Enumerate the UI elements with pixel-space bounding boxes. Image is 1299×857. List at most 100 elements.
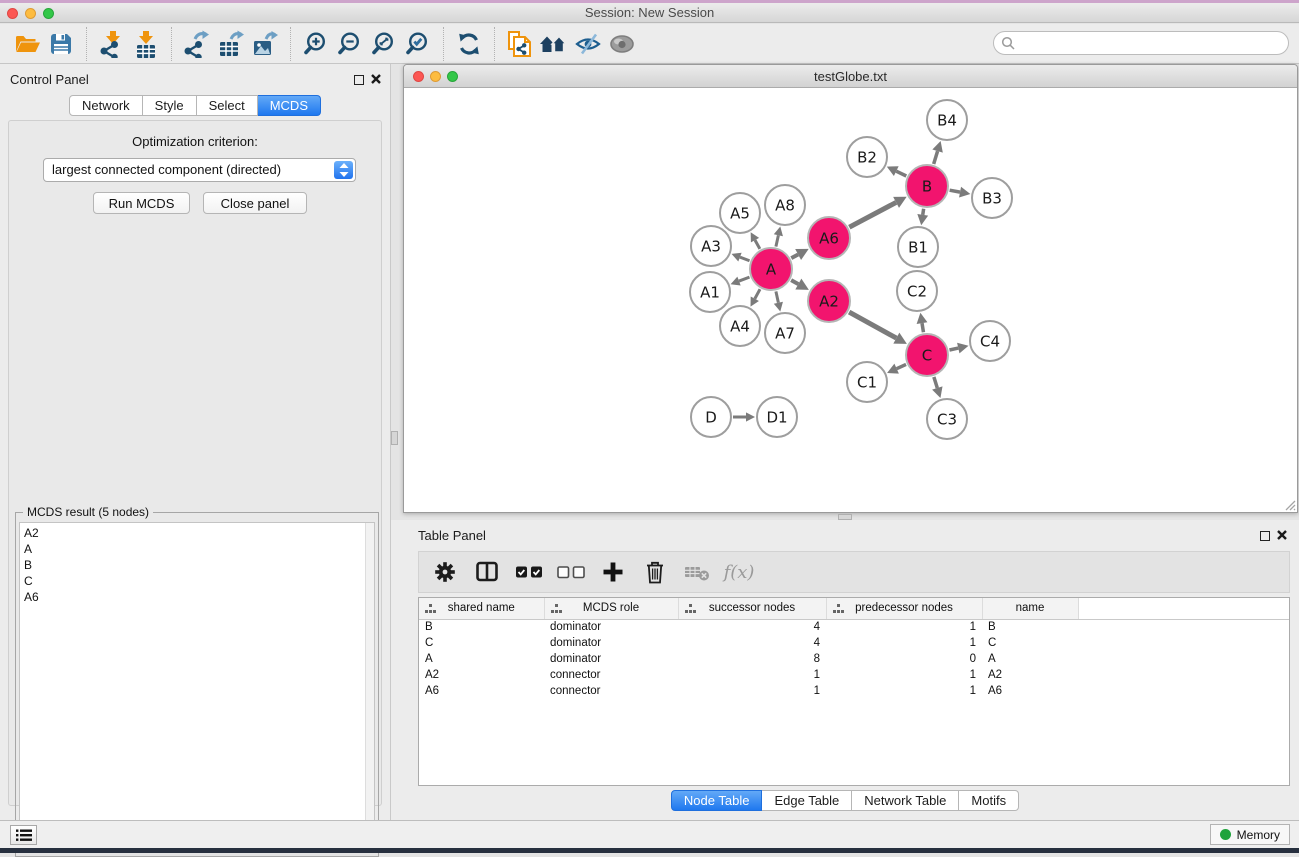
export-table-button[interactable] bbox=[214, 28, 248, 60]
graph-edge[interactable] bbox=[849, 312, 896, 338]
table-cell[interactable]: C bbox=[982, 635, 1078, 651]
float-panel-icon[interactable] bbox=[354, 75, 364, 85]
table-cell[interactable]: 0 bbox=[826, 651, 982, 667]
export-image-button[interactable] bbox=[248, 28, 282, 60]
network-canvas[interactable]: B4B2BB3A5A8A6A3AB1A1A2C2A4A7C4C1CDD1C3 bbox=[404, 88, 1297, 512]
tab-motifs[interactable]: Motifs bbox=[959, 790, 1019, 811]
graph-edge[interactable] bbox=[934, 377, 937, 388]
tab-network-table[interactable]: Network Table bbox=[852, 790, 959, 811]
table-cell[interactable]: A2 bbox=[419, 667, 544, 683]
import-table-button[interactable] bbox=[129, 28, 163, 60]
graph-edge[interactable] bbox=[740, 257, 750, 261]
table-cell[interactable]: dominator bbox=[544, 635, 678, 651]
table-cell[interactable]: 1 bbox=[826, 667, 982, 683]
mcds-result-item[interactable]: A2 bbox=[24, 525, 374, 541]
add-column-button[interactable] bbox=[599, 556, 627, 588]
float-panel-icon[interactable] bbox=[1260, 531, 1270, 541]
table-cell[interactable]: connector bbox=[544, 683, 678, 699]
search-input[interactable] bbox=[993, 31, 1289, 55]
task-history-button[interactable] bbox=[10, 825, 37, 845]
table-cell[interactable]: 1 bbox=[826, 619, 982, 635]
tab-style[interactable]: Style bbox=[143, 95, 197, 116]
column-header[interactable]: predecessor nodes bbox=[826, 598, 982, 619]
zoom-in-button[interactable] bbox=[299, 28, 333, 60]
table-row[interactable]: Cdominator41C bbox=[419, 635, 1289, 651]
table-cell[interactable]: 1 bbox=[678, 683, 826, 699]
graph-edge[interactable] bbox=[791, 280, 798, 284]
tab-edge-table[interactable]: Edge Table bbox=[762, 790, 852, 811]
column-header[interactable]: successor nodes bbox=[678, 598, 826, 619]
delete-table-button[interactable] bbox=[683, 556, 711, 588]
table-cell[interactable]: dominator bbox=[544, 619, 678, 635]
table-row[interactable]: A6connector11A6 bbox=[419, 683, 1289, 699]
network-minimize-button[interactable] bbox=[430, 71, 441, 82]
refresh-button[interactable] bbox=[452, 28, 486, 60]
tab-node-table[interactable]: Node Table bbox=[671, 790, 763, 811]
table-cell[interactable]: B bbox=[982, 619, 1078, 635]
mcds-result-item[interactable]: A6 bbox=[24, 589, 374, 605]
graph-edge[interactable] bbox=[950, 190, 960, 192]
save-session-button[interactable] bbox=[44, 28, 78, 60]
table-settings-button[interactable] bbox=[431, 556, 459, 588]
close-panel-icon[interactable] bbox=[1276, 529, 1288, 541]
minimize-window-button[interactable] bbox=[25, 8, 36, 19]
table-cell[interactable]: A2 bbox=[982, 667, 1078, 683]
graph-edge[interactable] bbox=[755, 289, 760, 299]
table-cell[interactable]: A6 bbox=[419, 683, 544, 699]
mcds-result-item[interactable]: A bbox=[24, 541, 374, 557]
home-view-button[interactable] bbox=[537, 28, 571, 60]
column-header[interactable]: name bbox=[982, 598, 1078, 619]
hide-graphics-details-button[interactable] bbox=[571, 28, 605, 60]
zoom-fit-button[interactable] bbox=[367, 28, 401, 60]
select-all-button[interactable] bbox=[515, 556, 543, 588]
graph-edge[interactable] bbox=[922, 323, 923, 332]
graph-edge[interactable] bbox=[755, 240, 760, 249]
open-session-button[interactable] bbox=[10, 28, 44, 60]
table-cell[interactable]: 4 bbox=[678, 635, 826, 651]
show-columns-button[interactable] bbox=[473, 556, 501, 588]
table-cell[interactable]: 8 bbox=[678, 651, 826, 667]
mcds-result-item[interactable]: B bbox=[24, 557, 374, 573]
import-network-button[interactable] bbox=[95, 28, 129, 60]
memory-button[interactable]: Memory bbox=[1210, 824, 1290, 845]
graph-edge[interactable] bbox=[896, 171, 906, 176]
network-zoom-button[interactable] bbox=[447, 71, 458, 82]
table-cell[interactable]: 1 bbox=[826, 683, 982, 699]
criterion-dropdown[interactable]: largest connected component (directed) bbox=[43, 158, 356, 182]
column-header[interactable]: shared name bbox=[419, 598, 544, 619]
graph-edge[interactable] bbox=[934, 151, 938, 164]
zoom-selected-button[interactable] bbox=[401, 28, 435, 60]
table-cell[interactable]: 1 bbox=[678, 667, 826, 683]
show-graphics-details-button[interactable] bbox=[605, 28, 639, 60]
table-row[interactable]: Bdominator41B bbox=[419, 619, 1289, 635]
table-cell[interactable]: A bbox=[982, 651, 1078, 667]
table-cell[interactable]: B bbox=[419, 619, 544, 635]
run-mcds-button[interactable]: Run MCDS bbox=[93, 192, 190, 214]
table-cell[interactable]: dominator bbox=[544, 651, 678, 667]
graph-edge[interactable] bbox=[791, 254, 798, 258]
close-window-button[interactable] bbox=[7, 8, 18, 19]
function-builder-button[interactable]: f(x) bbox=[725, 556, 753, 588]
graph-edge[interactable] bbox=[849, 202, 896, 227]
table-cell[interactable]: 1 bbox=[826, 635, 982, 651]
table-cell[interactable]: connector bbox=[544, 667, 678, 683]
close-panel-icon[interactable] bbox=[370, 73, 382, 85]
graph-edge[interactable] bbox=[776, 235, 778, 246]
network-close-button[interactable] bbox=[413, 71, 424, 82]
tab-mcds[interactable]: MCDS bbox=[258, 95, 321, 116]
splitter-handle[interactable] bbox=[391, 431, 398, 445]
delete-column-button[interactable] bbox=[641, 556, 669, 588]
table-row[interactable]: Adominator80A bbox=[419, 651, 1289, 667]
tab-select[interactable]: Select bbox=[197, 95, 258, 116]
network-file-button[interactable] bbox=[503, 28, 537, 60]
result-list-scrollbar[interactable] bbox=[365, 523, 374, 852]
table-cell[interactable]: 4 bbox=[678, 619, 826, 635]
column-header[interactable]: MCDS role bbox=[544, 598, 678, 619]
graph-edge[interactable] bbox=[949, 348, 958, 350]
zoom-window-button[interactable] bbox=[43, 8, 54, 19]
export-network-button[interactable] bbox=[180, 28, 214, 60]
zoom-out-button[interactable] bbox=[333, 28, 367, 60]
graph-edge[interactable] bbox=[923, 209, 924, 215]
table-cell[interactable]: A6 bbox=[982, 683, 1078, 699]
table-cell[interactable]: C bbox=[419, 635, 544, 651]
